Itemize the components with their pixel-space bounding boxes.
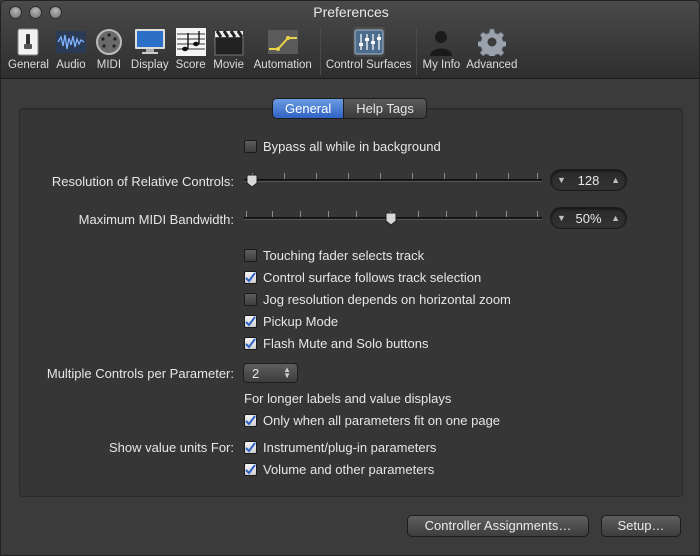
follows-track-checkbox[interactable]: [244, 271, 257, 284]
midi-bandwidth-slider-thumb[interactable]: [385, 212, 397, 226]
volume-params-label: Volume and other parameters: [263, 462, 435, 477]
setup-button[interactable]: Setup…: [601, 515, 681, 537]
only-when-fit-row[interactable]: Only when all parameters fit on one page: [244, 413, 500, 428]
toolbar-item-advanced[interactable]: Advanced: [463, 27, 520, 77]
toolbar-item-label: Movie: [213, 59, 244, 71]
toolbar-item-label: General: [8, 59, 49, 71]
toolbar-item-label: Automation: [253, 59, 312, 71]
touching-fader-label: Touching fader selects track: [263, 248, 425, 263]
toolbar-item-label: MIDI: [96, 59, 122, 71]
volume-params-checkbox[interactable]: [244, 463, 257, 476]
decrement-arrow-icon[interactable]: ▼: [557, 175, 566, 185]
toolbar-item-my-info[interactable]: My Info: [419, 27, 463, 77]
toolbar-item-audio[interactable]: Audio: [52, 27, 90, 77]
decrement-arrow-icon[interactable]: ▼: [557, 213, 566, 223]
jog-resolution-label: Jog resolution depends on horizontal zoo…: [263, 292, 511, 307]
instrument-params-checkbox[interactable]: [244, 441, 257, 454]
longer-labels-text: For longer labels and value displays: [244, 391, 452, 406]
bypass-checkbox[interactable]: [244, 140, 257, 153]
multiple-controls-label: Multiple Controls per Parameter:: [46, 366, 234, 381]
toolbar-item-movie[interactable]: Movie: [210, 27, 248, 77]
toolbar-separator: [319, 27, 321, 75]
toolbar-item-label: Score: [175, 59, 206, 71]
volume-params-row[interactable]: Volume and other parameters: [244, 462, 434, 477]
jog-resolution-row[interactable]: Jog resolution depends on horizontal zoo…: [244, 292, 511, 307]
control-surface-icon: [352, 27, 385, 57]
toolbar-item-label: Control Surfaces: [325, 59, 412, 71]
toolbar-item-score[interactable]: Score: [172, 27, 210, 77]
flash-mute-row[interactable]: Flash Mute and Solo buttons: [244, 336, 429, 351]
resolution-value: 128: [577, 172, 600, 188]
preferences-window: Preferences General Audio MIDI Display S…: [0, 0, 700, 556]
multiple-controls-value: 2: [252, 365, 260, 381]
bypass-label: Bypass all while in background: [263, 139, 441, 154]
touching-fader-checkbox[interactable]: [244, 249, 257, 262]
gear-icon: [476, 27, 508, 57]
automation-curve-icon: [267, 27, 299, 57]
toolbar-item-label: Display: [130, 59, 169, 71]
only-when-fit-checkbox[interactable]: [244, 414, 257, 427]
increment-arrow-icon[interactable]: ▲: [611, 175, 620, 185]
resolution-stepper[interactable]: ▼ 128 ▲: [550, 169, 627, 191]
toolbar-item-automation[interactable]: Automation: [248, 27, 318, 77]
instrument-params-label: Instrument/plug-in parameters: [263, 440, 437, 455]
resolution-slider[interactable]: [244, 171, 542, 191]
toolbar-item-label: Advanced: [466, 59, 518, 71]
pickup-mode-row[interactable]: Pickup Mode: [244, 314, 338, 329]
midi-bandwidth-slider[interactable]: [244, 209, 542, 229]
toolbar-item-label: Audio: [56, 59, 86, 71]
window-title: Preferences: [313, 4, 389, 20]
increment-arrow-icon[interactable]: ▲: [611, 213, 620, 223]
toolbar-item-midi[interactable]: MIDI: [90, 27, 128, 77]
controller-assignments-button[interactable]: Controller Assignments…: [407, 515, 589, 537]
bypass-checkbox-row[interactable]: Bypass all while in background: [244, 139, 441, 154]
value-units-label: Show value units For:: [108, 440, 234, 455]
toolbar-item-general[interactable]: General: [5, 27, 52, 77]
multiple-controls-popup[interactable]: 2 ▲ ▼: [243, 363, 298, 383]
toolbar-items: General Audio MIDI Display Score Movie A…: [5, 27, 520, 77]
general-switch-icon: [12, 27, 44, 57]
only-when-fit-label: Only when all parameters fit on one page: [263, 413, 501, 428]
flash-mute-label: Flash Mute and Solo buttons: [263, 336, 429, 351]
person-silhouette-icon: [425, 27, 457, 57]
toolbar-item-display[interactable]: Display: [128, 27, 172, 77]
jog-resolution-checkbox[interactable]: [244, 293, 257, 306]
pickup-mode-checkbox[interactable]: [244, 315, 257, 328]
instrument-params-row[interactable]: Instrument/plug-in parameters: [244, 440, 436, 455]
midi-bandwidth-stepper[interactable]: ▼ 50% ▲: [550, 207, 627, 229]
resolution-label: Resolution of Relative Controls:: [51, 174, 234, 189]
score-notes-icon: [175, 27, 207, 57]
tab-general[interactable]: General: [273, 99, 345, 118]
movie-clapper-icon: [213, 27, 245, 57]
tab-help-tags[interactable]: Help Tags: [344, 99, 426, 118]
up-down-arrows-icon: ▲ ▼: [283, 365, 291, 380]
display-monitor-icon: [134, 27, 166, 57]
midi-connector-icon: [93, 27, 125, 57]
midi-bandwidth-label: Maximum MIDI Bandwidth:: [78, 212, 234, 227]
pickup-mode-label: Pickup Mode: [263, 314, 339, 329]
follows-track-label: Control surface follows track selection: [263, 270, 482, 285]
toolbar: Preferences General Audio MIDI Display S…: [1, 1, 699, 79]
follows-track-row[interactable]: Control surface follows track selection: [244, 270, 481, 285]
tab-bar: General Help Tags: [272, 98, 427, 119]
toolbar-separator: [416, 27, 418, 75]
toolbar-item-control-surfaces[interactable]: Control Surfaces: [323, 27, 415, 77]
audio-waveform-icon: [55, 27, 87, 57]
touching-fader-row[interactable]: Touching fader selects track: [244, 248, 424, 263]
resolution-slider-thumb[interactable]: [246, 174, 258, 188]
midi-bandwidth-value: 50%: [575, 210, 602, 226]
flash-mute-checkbox[interactable]: [244, 337, 257, 350]
toolbar-item-label: My Info: [422, 59, 461, 71]
